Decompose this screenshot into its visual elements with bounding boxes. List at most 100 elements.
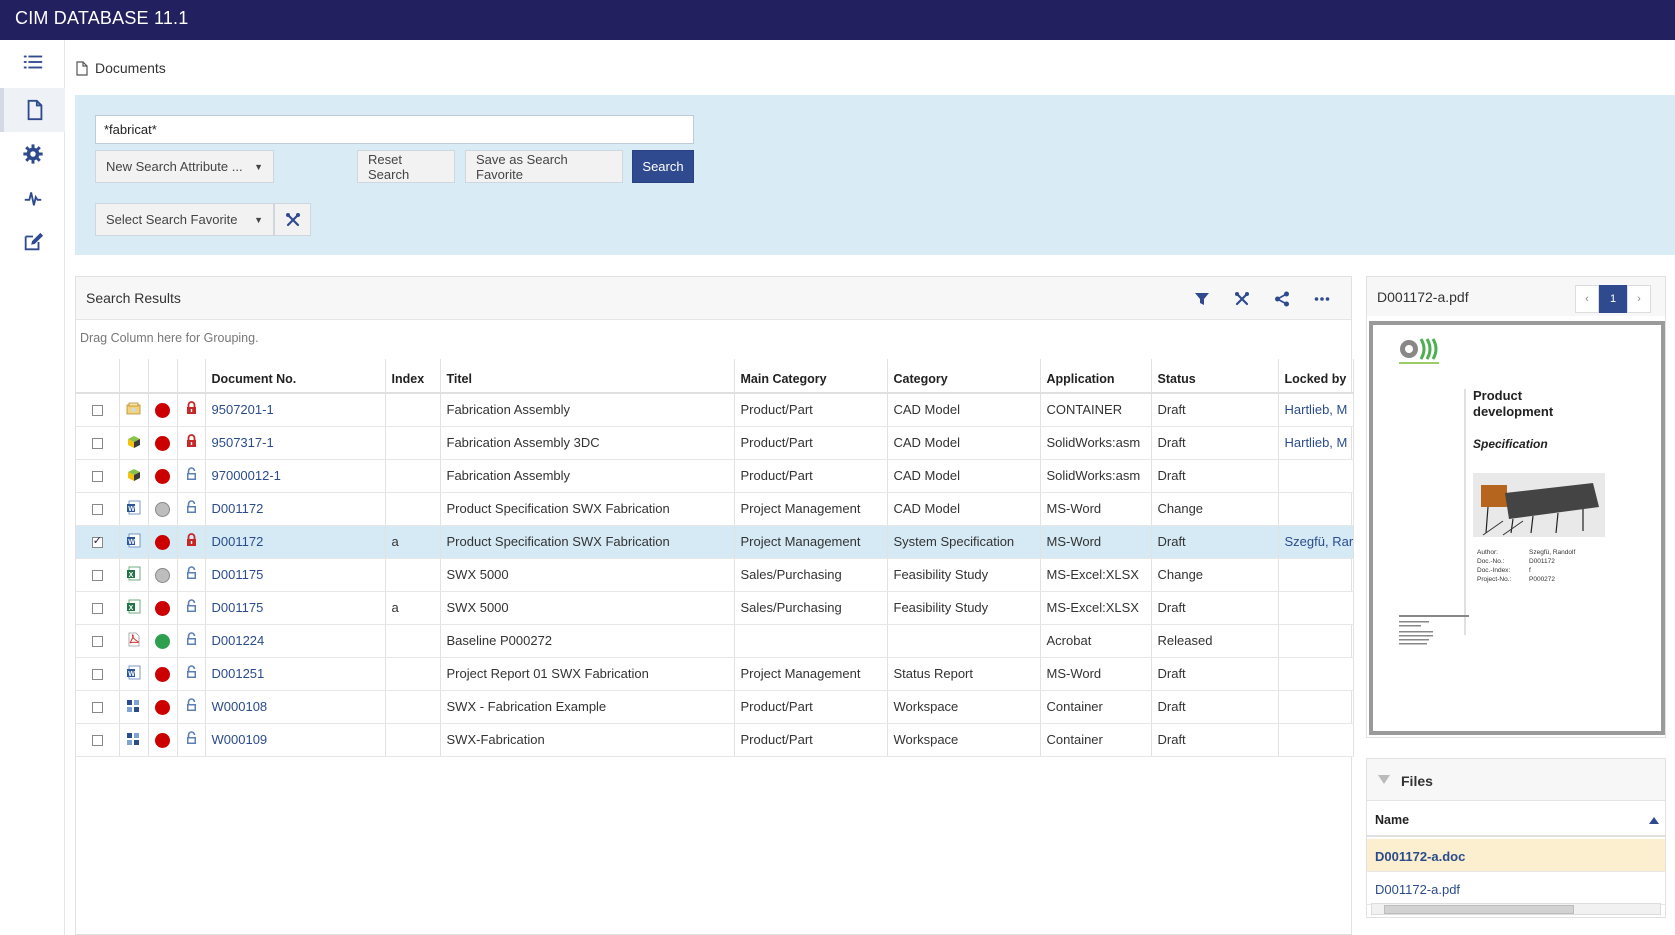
- row-checkbox[interactable]: [91, 636, 103, 648]
- row-select-cell[interactable]: [76, 657, 120, 691]
- sidebar-item-edit[interactable]: [0, 220, 65, 264]
- more-button[interactable]: [1310, 287, 1334, 311]
- row-checkbox[interactable]: [91, 735, 103, 747]
- row-state-cell: [148, 690, 178, 724]
- table-row[interactable]: D001224 Baseline P000272 Acrobat Released: [76, 624, 1354, 658]
- sidebar-item-settings[interactable]: [0, 132, 65, 176]
- table-row[interactable]: W D001172 Product Specification SWX Fabric…: [76, 492, 1354, 526]
- cell-document-no[interactable]: 9507201-1: [205, 393, 386, 427]
- row-checkbox[interactable]: [91, 702, 103, 714]
- row-checkbox[interactable]: [91, 471, 103, 483]
- table-row[interactable]: X D001175 SWX 5000 Sales/Purchasing Feasibil…: [76, 558, 1354, 592]
- table-row[interactable]: W D001172aProduct Specification SWX Fabri…: [76, 525, 1354, 559]
- row-select-cell[interactable]: [76, 393, 120, 427]
- favorite-tools-button[interactable]: [274, 203, 311, 236]
- row-select-cell[interactable]: [76, 558, 120, 592]
- search-results-header: Search Results: [76, 277, 1351, 320]
- sidebar-item-documents[interactable]: [0, 88, 65, 132]
- cell-index: [385, 459, 441, 493]
- save-search-favorite-button[interactable]: Save as Search Favorite: [465, 150, 623, 183]
- table-tools-button[interactable]: [1230, 287, 1254, 311]
- column-header-index[interactable]: Index: [385, 359, 441, 394]
- sidebar-item-activity[interactable]: [0, 176, 65, 220]
- new-search-attribute-dropdown[interactable]: New Search Attribute ... ▼: [95, 150, 274, 183]
- cell-locked-by[interactable]: Hartlieb, M: [1278, 426, 1354, 460]
- cell-locked-by[interactable]: [1278, 492, 1354, 526]
- cell-document-no[interactable]: 97000012-1: [205, 459, 386, 493]
- cell-locked-by[interactable]: [1278, 723, 1354, 757]
- preview-prev-page-button[interactable]: ‹: [1575, 285, 1599, 313]
- table-row[interactable]: X D001175 a SWX 5000 Sales/Purchasing Feasibi…: [76, 591, 1354, 625]
- row-type-cell: X: [119, 591, 149, 625]
- row-select-cell[interactable]: [76, 723, 120, 757]
- sidebar-item-menu[interactable]: [0, 40, 65, 84]
- cell-locked-by[interactable]: [1278, 459, 1354, 493]
- select-search-favorite-dropdown[interactable]: Select Search Favorite ▼: [95, 203, 274, 236]
- row-checkbox[interactable]: [91, 504, 103, 516]
- search-button[interactable]: Search: [632, 150, 694, 183]
- cell-locked-by[interactable]: [1278, 657, 1354, 691]
- table-row[interactable]: 97000012-1 Fabrication Assembly Product/Pa…: [76, 459, 1354, 493]
- cell-document-no[interactable]: D001175: [205, 591, 386, 625]
- row-checkbox[interactable]: [91, 405, 103, 417]
- column-header-locked-by[interactable]: Locked by: [1278, 359, 1354, 394]
- sort-ascending-icon[interactable]: [1649, 817, 1659, 824]
- cell-document-no[interactable]: D001172: [205, 492, 386, 526]
- preview-next-page-button[interactable]: ›: [1627, 285, 1651, 313]
- cell-index: a: [385, 525, 441, 559]
- column-header-document-no[interactable]: Document No.: [205, 359, 386, 394]
- files-horizontal-scrollbar[interactable]: [1371, 903, 1661, 915]
- file-row[interactable]: D001172-a.pdf: [1367, 872, 1665, 905]
- table-row[interactable]: 9507201-1 Fabrication Assembly Product/Par…: [76, 393, 1354, 427]
- column-header-titel[interactable]: Titel: [440, 359, 735, 394]
- cell-document-no[interactable]: W000109: [205, 723, 386, 757]
- cell-document-no[interactable]: D001172: [205, 525, 386, 559]
- column-header-main-category[interactable]: Main Category: [734, 359, 888, 394]
- row-checkbox[interactable]: [91, 603, 103, 615]
- grouping-hint: Drag Column here for Grouping.: [80, 331, 259, 345]
- preview-page[interactable]: Product development Specification Author…: [1369, 321, 1665, 735]
- cell-document-no[interactable]: D001224: [205, 624, 386, 658]
- cell-status: Draft: [1151, 525, 1279, 559]
- share-button[interactable]: [1270, 287, 1294, 311]
- row-lock-cell: [177, 591, 206, 625]
- table-row[interactable]: W000108 SWX - Fabrication Example Product/…: [76, 690, 1354, 724]
- table-row[interactable]: W D001251 Project Report 01 SWX Fabricatio…: [76, 657, 1354, 691]
- cell-document-no[interactable]: D001251: [205, 657, 386, 691]
- column-header-application[interactable]: Application: [1040, 359, 1152, 394]
- search-input[interactable]: [95, 115, 694, 144]
- filter-button[interactable]: [1190, 287, 1214, 311]
- table-row[interactable]: 9507317-1 Fabrication Assembly 3DC Product…: [76, 426, 1354, 460]
- cell-locked-by[interactable]: [1278, 624, 1354, 658]
- column-header-status[interactable]: Status: [1151, 359, 1279, 394]
- cell-document-no[interactable]: 9507317-1: [205, 426, 386, 460]
- cell-locked-by[interactable]: [1278, 558, 1354, 592]
- row-checkbox[interactable]: [91, 534, 103, 549]
- cell-locked-by[interactable]: Szegfü, Rar: [1278, 525, 1354, 559]
- collapse-triangle-icon[interactable]: [1378, 775, 1390, 785]
- scrollbar-thumb[interactable]: [1384, 905, 1574, 914]
- row-checkbox[interactable]: [91, 570, 103, 582]
- reset-search-button[interactable]: Reset Search: [357, 150, 455, 183]
- row-select-cell[interactable]: [76, 492, 120, 526]
- file-row[interactable]: D001172-a.doc: [1367, 839, 1665, 872]
- row-select-cell[interactable]: [76, 459, 120, 493]
- preview-current-page[interactable]: 1: [1599, 285, 1627, 313]
- row-select-cell[interactable]: [76, 525, 120, 559]
- files-column-header[interactable]: Name: [1367, 803, 1665, 837]
- row-select-cell[interactable]: [76, 690, 120, 724]
- column-header-category[interactable]: Category: [887, 359, 1041, 394]
- row-select-cell[interactable]: [76, 591, 120, 625]
- cell-locked-by[interactable]: [1278, 591, 1354, 625]
- cell-locked-by[interactable]: Hartlieb, M: [1278, 393, 1354, 427]
- row-checkbox[interactable]: [91, 669, 103, 681]
- cell-document-no[interactable]: D001175: [205, 558, 386, 592]
- cell-application: MS-Excel:XLSX: [1040, 558, 1152, 592]
- row-checkbox[interactable]: [91, 438, 103, 450]
- table-row[interactable]: W000109 SWX-Fabrication Product/Part Worksp…: [76, 723, 1354, 757]
- cell-document-no[interactable]: W000108: [205, 690, 386, 724]
- row-select-cell[interactable]: [76, 624, 120, 658]
- cell-locked-by[interactable]: [1278, 690, 1354, 724]
- files-header[interactable]: Files: [1367, 759, 1665, 801]
- row-select-cell[interactable]: [76, 426, 120, 460]
